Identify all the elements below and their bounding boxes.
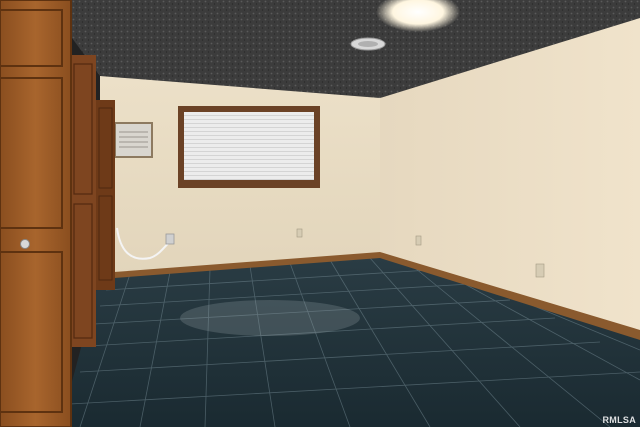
room-photo: RMLSA bbox=[0, 0, 640, 427]
door-knob bbox=[20, 239, 30, 249]
outlet-back-wall bbox=[296, 228, 303, 238]
wall-ac-unit bbox=[114, 122, 153, 158]
room-illustration bbox=[0, 0, 640, 427]
photo-watermark: RMLSA bbox=[602, 415, 636, 425]
outlet-right-wall-2 bbox=[535, 263, 545, 278]
outlet-right-wall-1 bbox=[415, 235, 422, 246]
window-blinds bbox=[184, 112, 314, 180]
wooden-door-foreground bbox=[0, 0, 71, 427]
floor-light-patch bbox=[180, 300, 360, 336]
